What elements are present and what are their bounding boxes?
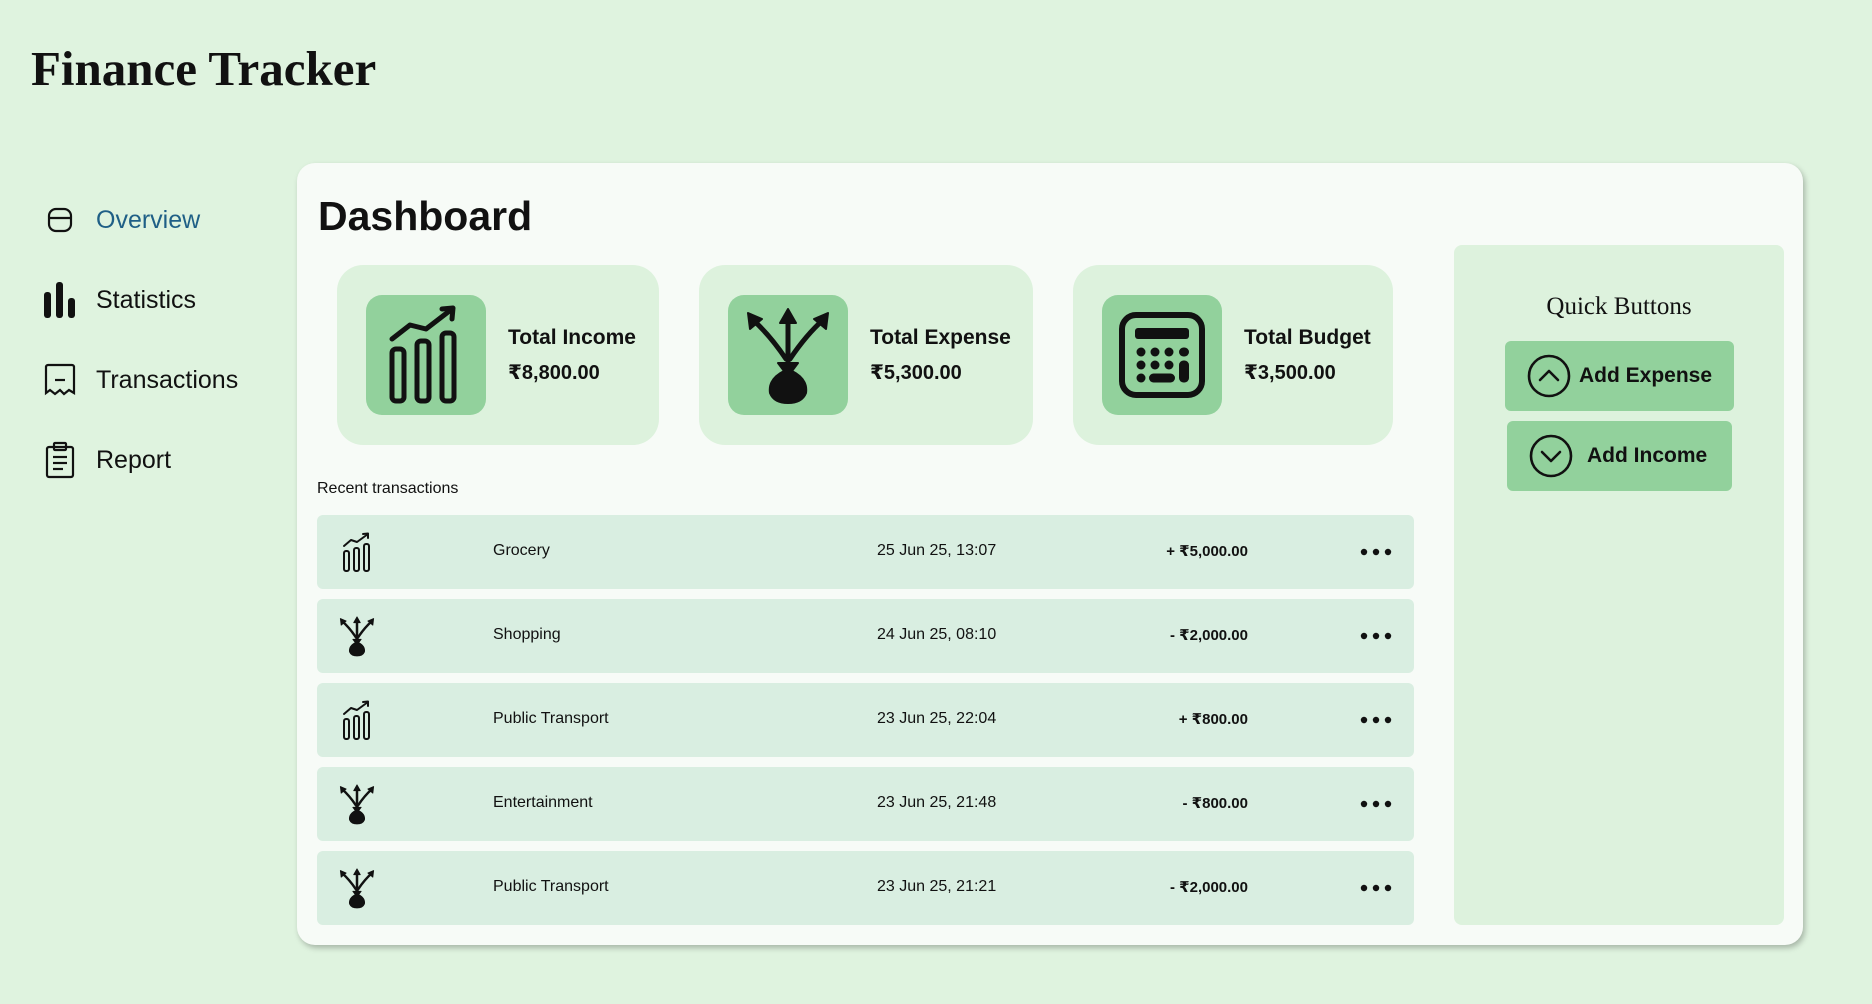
transaction-amount: + ₹800.00 bbox=[1178, 711, 1248, 728]
overview-icon bbox=[40, 200, 80, 240]
card-value: ₹5,300.00 bbox=[870, 361, 962, 384]
transactions-list: Grocery 25 Jun 25, 13:07 + ₹5,000.00 Sho… bbox=[317, 515, 1414, 935]
transaction-name: Public Transport bbox=[493, 878, 609, 895]
sidebar-item-label: Overview bbox=[96, 205, 201, 234]
more-options-icon[interactable] bbox=[1358, 789, 1394, 819]
quick-buttons-panel: Quick Buttons Add Expense Add Income bbox=[1454, 245, 1784, 925]
transaction-date: 23 Jun 25, 21:21 bbox=[877, 878, 997, 895]
transaction-name: Grocery bbox=[493, 542, 550, 559]
income-chart-icon bbox=[366, 295, 486, 415]
card-value: ₹3,500.00 bbox=[1244, 361, 1336, 384]
sidebar-item-transactions[interactable]: Transactions bbox=[40, 340, 280, 420]
transaction-date: 25 Jun 25, 13:07 bbox=[877, 542, 997, 559]
add-expense-button[interactable]: Add Expense bbox=[1505, 341, 1734, 411]
transaction-date: 23 Jun 25, 21:48 bbox=[877, 794, 997, 811]
recent-transactions-label: Recent transactions bbox=[317, 480, 459, 497]
sidebar-item-label: Transactions bbox=[96, 365, 239, 394]
quick-buttons-title: Quick Buttons bbox=[1546, 293, 1692, 320]
clipboard-icon bbox=[40, 440, 80, 480]
page-title: Dashboard bbox=[318, 193, 533, 239]
more-options-icon[interactable] bbox=[1358, 621, 1394, 651]
transaction-amount: - ₹2,000.00 bbox=[1170, 879, 1248, 896]
sidebar-item-overview[interactable]: Overview bbox=[40, 180, 280, 260]
money-bag-arrows-icon bbox=[333, 612, 381, 660]
transaction-name: Entertainment bbox=[493, 794, 593, 811]
sidebar-item-label: Statistics bbox=[96, 285, 197, 314]
card-label: Total Expense bbox=[870, 325, 1011, 349]
sidebar-item-report[interactable]: Report bbox=[40, 420, 280, 500]
total-expense-card: Total Expense ₹5,300.00 bbox=[699, 265, 1033, 445]
transaction-amount: - ₹800.00 bbox=[1182, 795, 1248, 812]
chevron-up-circle-icon bbox=[1527, 354, 1571, 398]
app-title: Finance Tracker bbox=[31, 41, 377, 96]
more-options-icon[interactable] bbox=[1358, 537, 1394, 567]
bar-chart-icon bbox=[40, 280, 80, 320]
table-row[interactable]: Grocery 25 Jun 25, 13:07 + ₹5,000.00 bbox=[317, 515, 1414, 589]
transaction-date: 24 Jun 25, 08:10 bbox=[877, 626, 997, 643]
more-options-icon[interactable] bbox=[1358, 873, 1394, 903]
transaction-amount: + ₹5,000.00 bbox=[1166, 543, 1248, 560]
table-row[interactable]: Public Transport 23 Jun 25, 22:04 + ₹800… bbox=[317, 683, 1414, 757]
table-row[interactable]: Entertainment 23 Jun 25, 21:48 - ₹800.00 bbox=[317, 767, 1414, 841]
add-expense-label: Add Expense bbox=[1579, 364, 1713, 387]
sidebar: Overview Statistics Transactions Report bbox=[40, 180, 280, 500]
more-options-icon[interactable] bbox=[1358, 705, 1394, 735]
table-row[interactable]: Public Transport 23 Jun 25, 21:21 - ₹2,0… bbox=[317, 851, 1414, 925]
add-income-label: Add Income bbox=[1587, 444, 1708, 467]
total-budget-card: Total Budget ₹3,500.00 bbox=[1073, 265, 1393, 445]
add-income-button[interactable]: Add Income bbox=[1507, 421, 1732, 491]
money-bag-arrows-icon bbox=[333, 864, 381, 912]
receipt-icon bbox=[40, 360, 80, 400]
money-bag-arrows-icon bbox=[728, 295, 848, 415]
transaction-name: Shopping bbox=[493, 626, 561, 643]
card-label: Total Budget bbox=[1244, 325, 1371, 349]
card-label: Total Income bbox=[508, 325, 636, 349]
transaction-date: 23 Jun 25, 22:04 bbox=[877, 710, 997, 727]
transaction-name: Public Transport bbox=[493, 710, 609, 727]
transaction-amount: - ₹2,000.00 bbox=[1170, 627, 1248, 644]
card-value: ₹8,800.00 bbox=[508, 361, 600, 384]
dashboard-panel: Dashboard Total Income ₹8,800.00 Total E… bbox=[297, 163, 1803, 945]
calculator-icon bbox=[1102, 295, 1222, 415]
sidebar-item-label: Report bbox=[96, 445, 172, 474]
income-chart-icon bbox=[333, 696, 381, 744]
income-chart-icon bbox=[333, 528, 381, 576]
money-bag-arrows-icon bbox=[333, 780, 381, 828]
table-row[interactable]: Shopping 24 Jun 25, 08:10 - ₹2,000.00 bbox=[317, 599, 1414, 673]
total-income-card: Total Income ₹8,800.00 bbox=[337, 265, 659, 445]
sidebar-item-statistics[interactable]: Statistics bbox=[40, 260, 280, 340]
chevron-down-circle-icon bbox=[1529, 434, 1573, 478]
